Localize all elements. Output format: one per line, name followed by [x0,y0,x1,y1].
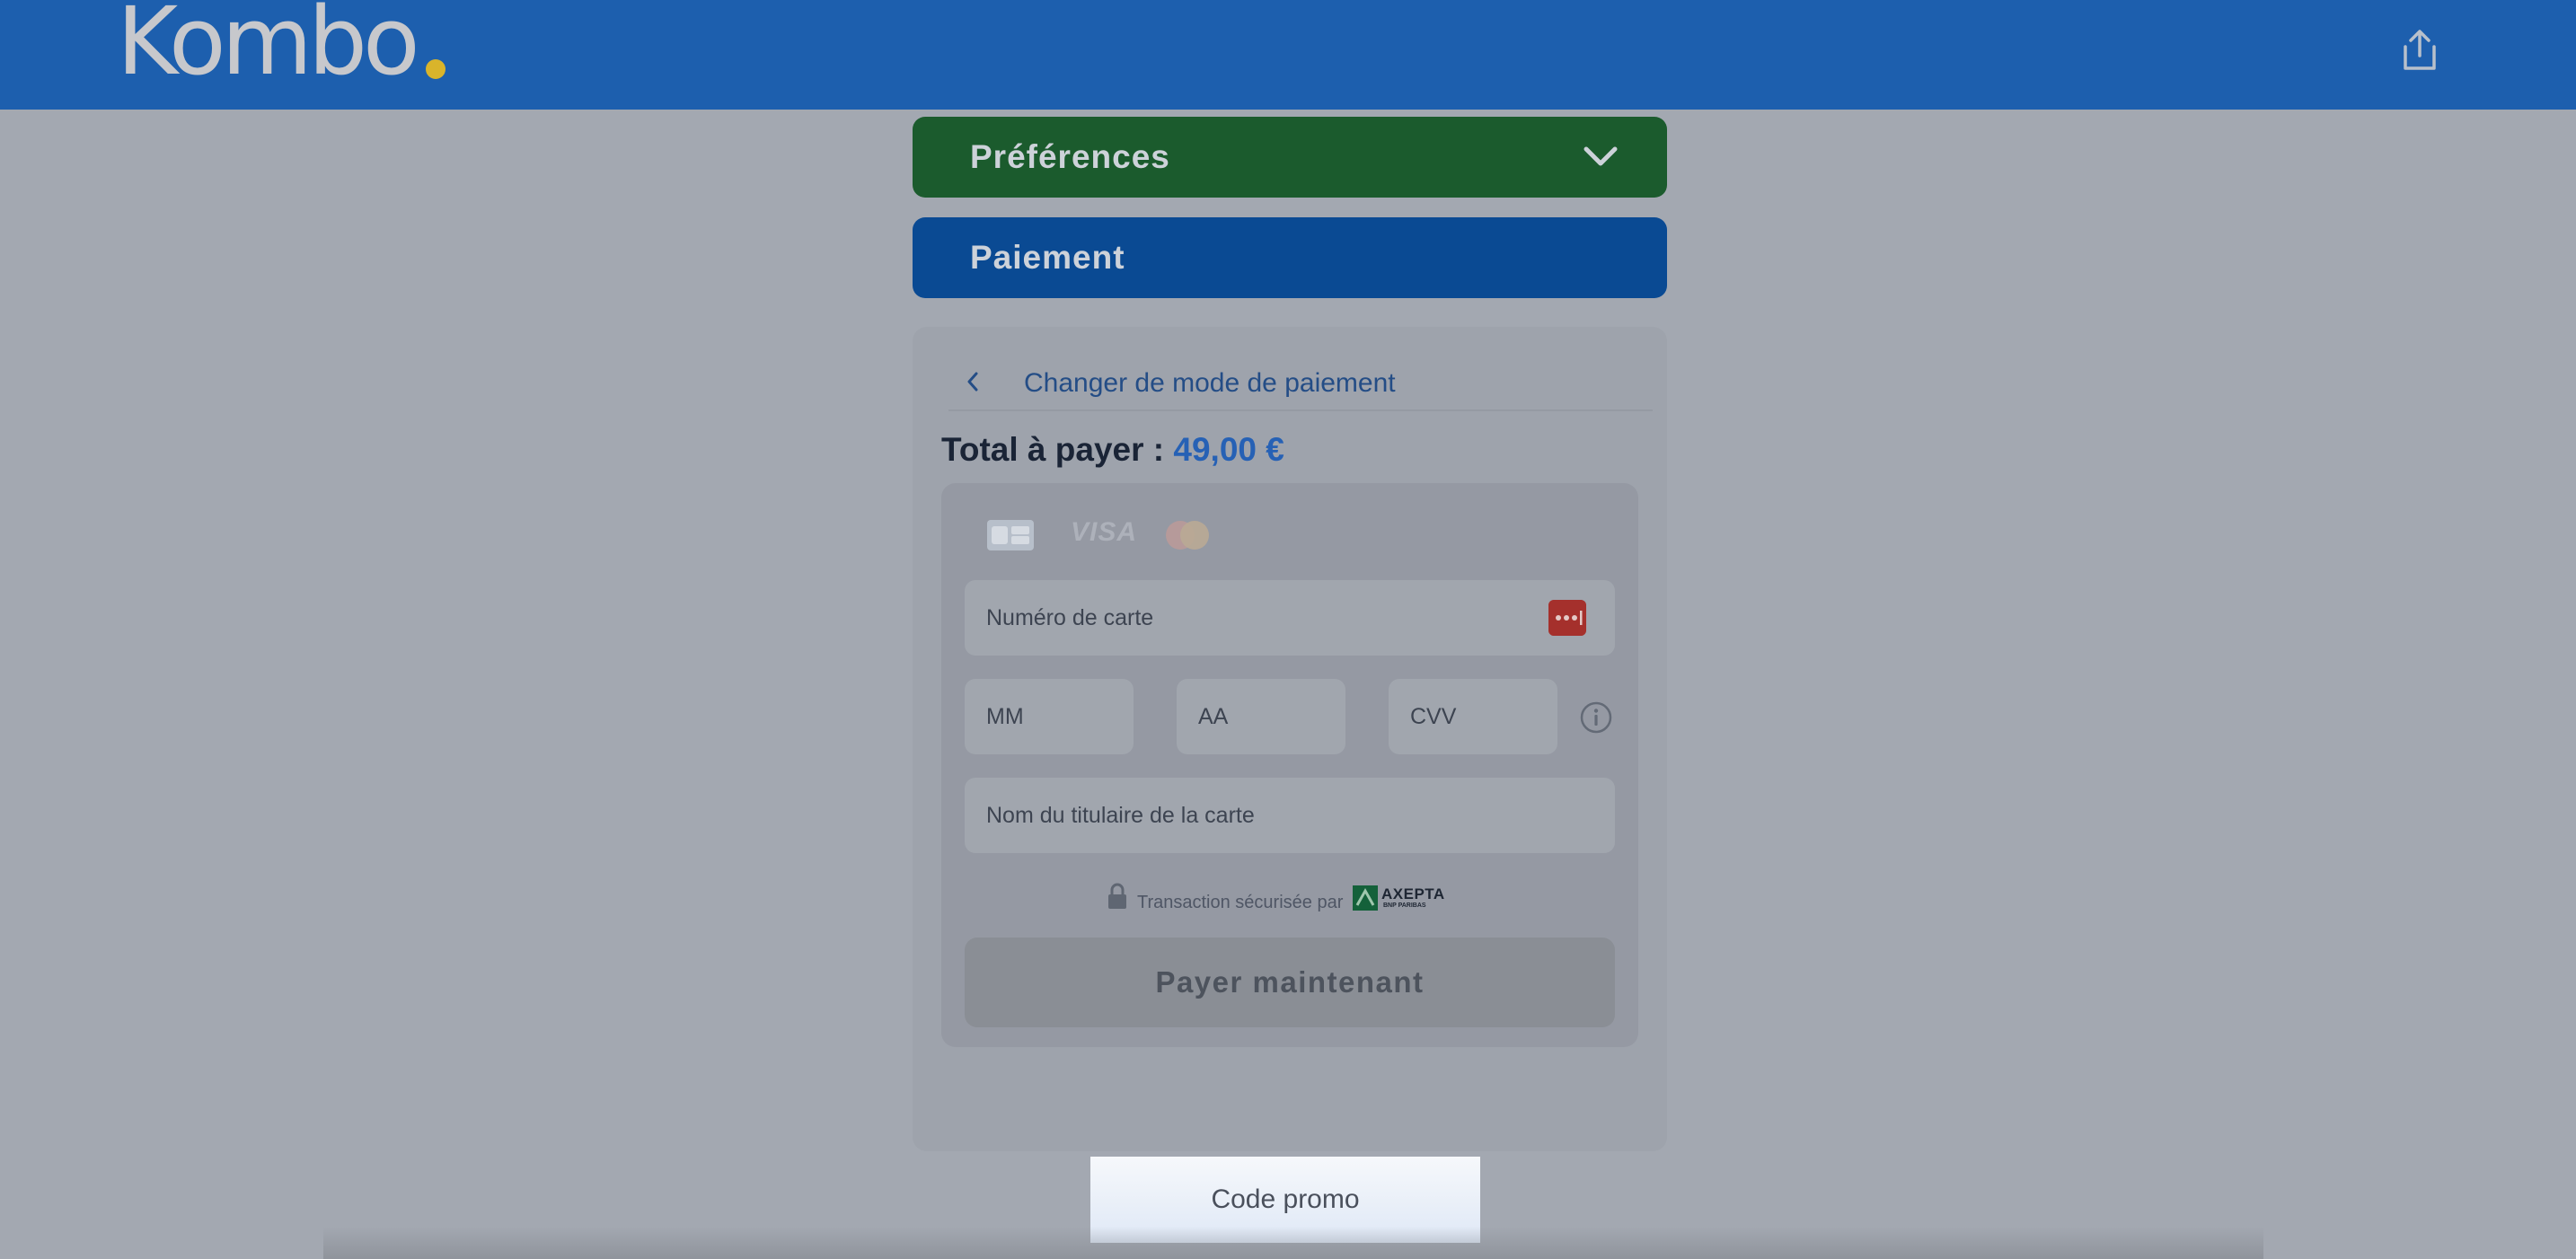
secure-transaction-notice: Transaction sécurisée par AXEPTA BNP PAR… [1107,882,1484,914]
expiry-year-field[interactable]: AA [1177,679,1345,754]
card-form: VISA Numéro de carte MM AA CVV Nom du ti… [941,483,1638,1047]
kombo-logo[interactable]: Kombo [117,0,446,88]
card-icon [1548,600,1586,636]
chevron-left-icon [967,372,978,392]
axepta-mark-icon [1353,885,1378,911]
visa-logo: VISA [1071,517,1138,547]
cardholder-name-placeholder: Nom du titulaire de la carte [986,803,1255,828]
axepta-sub-label: BNP PARIBAS [1383,902,1426,909]
change-payment-method-link[interactable]: Changer de mode de paiement [948,352,1653,411]
total-amount: 49,00 € [1173,431,1284,468]
expiry-year-placeholder: AA [1198,704,1229,729]
lock-icon [1108,883,1126,909]
cvv-placeholder: CVV [1410,704,1457,729]
cvv-field[interactable]: CVV [1389,679,1557,754]
pay-now-button[interactable]: Payer maintenant [965,938,1615,1027]
expiry-month-placeholder: MM [986,704,1024,729]
axepta-name: AXEPTA [1381,885,1445,902]
promo-code-label: Code promo [1211,1184,1360,1214]
total-to-pay: Total à payer : 49,00 € [941,431,1284,469]
preferences-section-header[interactable]: Préférences [913,117,1667,198]
top-bar: Kombo [0,0,2576,110]
mastercard-logo-icon [1166,521,1209,550]
chevron-down-icon [1584,146,1618,166]
secure-transaction-label: Transaction sécurisée par [1137,893,1344,912]
pay-now-label: Payer maintenant [1155,965,1425,999]
logo-text: Kombo [117,0,420,96]
payment-card: Changer de mode de paiement Total à paye… [913,327,1667,1151]
total-label: Total à payer : [941,431,1165,468]
info-icon[interactable] [1579,700,1613,735]
cardholder-name-field[interactable]: Nom du titulaire de la carte [965,778,1615,853]
payment-label: Paiement [970,239,1125,276]
logo-dot [426,59,446,79]
share-icon[interactable] [2400,29,2439,72]
cb-logo-icon [987,520,1034,550]
expiry-month-field[interactable]: MM [965,679,1134,754]
preferences-label: Préférences [970,138,1170,175]
payment-section-header[interactable]: Paiement [913,217,1667,298]
change-payment-method-label: Changer de mode de paiement [1024,368,1396,398]
card-number-placeholder: Numéro de carte [986,605,1154,630]
axepta-logo: AXEPTA BNP PARIBAS [1353,885,1446,912]
card-number-field[interactable]: Numéro de carte [965,580,1615,656]
bottom-shadow [323,1227,2263,1259]
